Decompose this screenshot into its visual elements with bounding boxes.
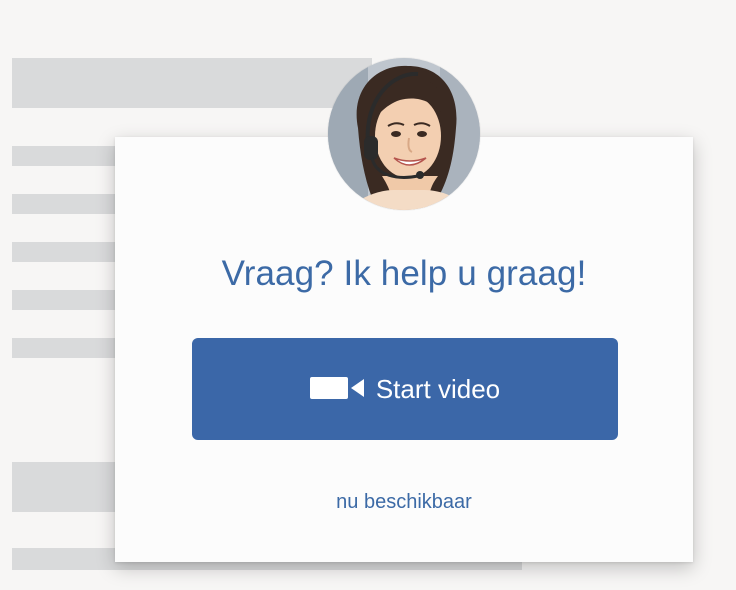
background-placeholder-bar xyxy=(12,146,122,166)
background-placeholder-bar xyxy=(12,58,372,108)
start-video-button[interactable]: Start video xyxy=(192,338,618,440)
availability-status: nu beschikbaar xyxy=(336,491,472,513)
support-agent-avatar xyxy=(328,58,480,210)
background-placeholder-bar xyxy=(12,338,122,358)
background-placeholder-bar xyxy=(12,290,122,310)
background-placeholder-bar xyxy=(12,462,122,512)
background-placeholder-bar xyxy=(12,242,122,262)
support-agent-avatar-image xyxy=(328,58,480,210)
background-placeholder-bar xyxy=(12,194,122,214)
video-camera-icon xyxy=(309,376,366,405)
widget-heading: Vraag? Ik help u graag! xyxy=(221,254,587,293)
start-video-label: Start video xyxy=(375,374,501,404)
